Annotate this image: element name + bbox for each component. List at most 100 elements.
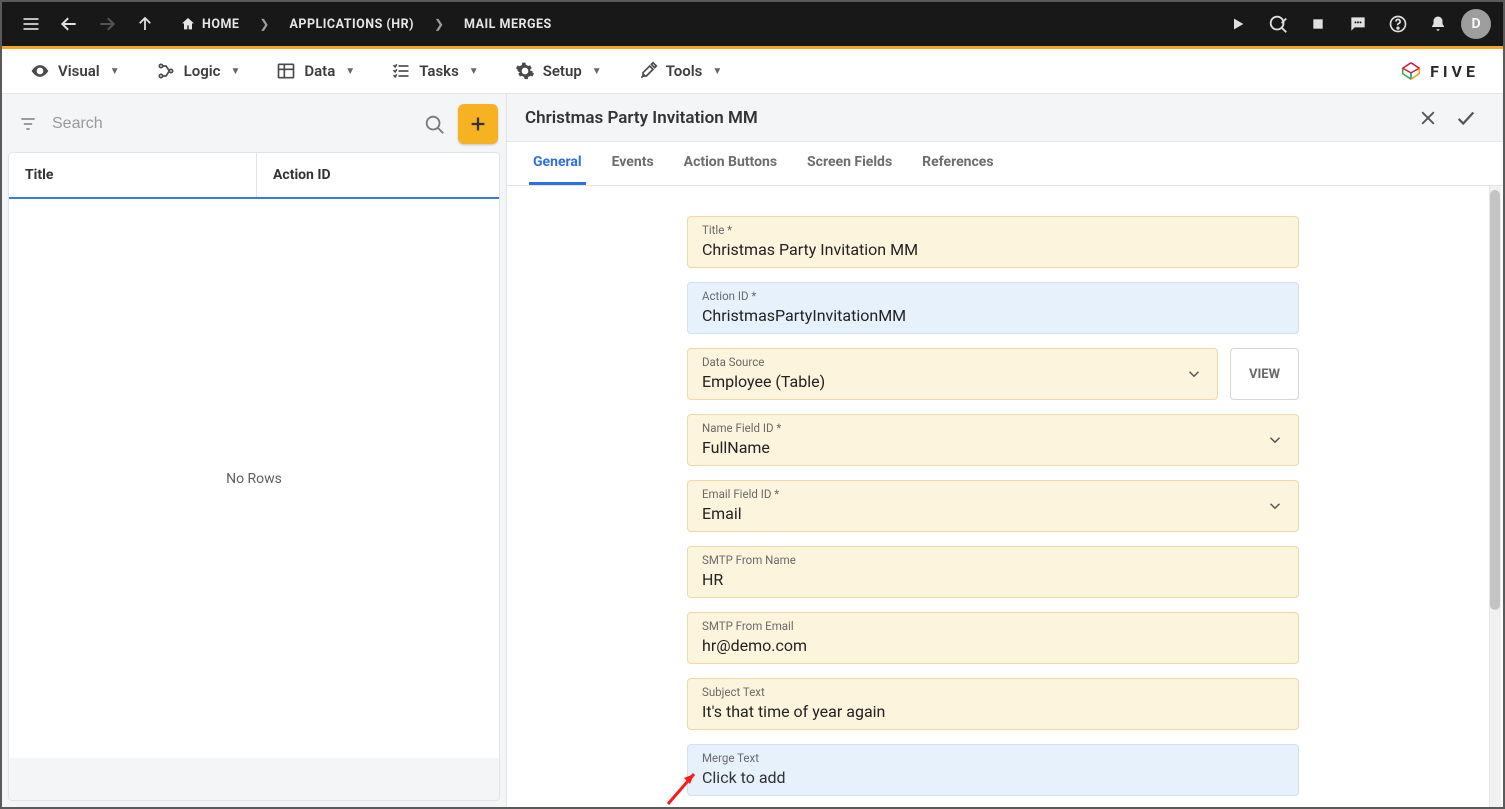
chevron-down-icon bbox=[1185, 365, 1203, 383]
scrollbar-thumb[interactable] bbox=[1490, 190, 1500, 610]
nav-up-button[interactable] bbox=[128, 7, 162, 41]
breadcrumb: HOME ❯ APPLICATIONS (HR) ❯ MAIL MERGES bbox=[170, 10, 562, 38]
caret-down-icon: ▼ bbox=[469, 66, 479, 77]
field-label: Title * bbox=[702, 223, 1284, 237]
detail-title: Christmas Party Invitation MM bbox=[525, 108, 1409, 128]
field-label: Subject Text bbox=[702, 685, 1284, 699]
nav-forward-button bbox=[90, 7, 124, 41]
field-action-id[interactable]: Action ID * ChristmasPartyInvitationMM bbox=[687, 282, 1299, 334]
field-smtp-from-email[interactable]: SMTP From Email hr@demo.com bbox=[687, 612, 1299, 664]
list-empty-placeholder: No Rows bbox=[9, 199, 499, 758]
menu-tasks[interactable]: Tasks ▼ bbox=[373, 53, 497, 89]
field-label: Email Field ID * bbox=[702, 487, 1284, 501]
breadcrumb-label: MAIL MERGES bbox=[464, 17, 552, 32]
bell-icon[interactable] bbox=[1421, 7, 1455, 41]
save-button[interactable] bbox=[1447, 99, 1485, 137]
stop-button[interactable] bbox=[1301, 7, 1335, 41]
menu-setup[interactable]: Setup▼ bbox=[497, 53, 620, 89]
breadcrumb-mail-merges[interactable]: MAIL MERGES bbox=[454, 11, 562, 38]
left-panel: Title Action ID No Rows bbox=[2, 94, 507, 807]
logo-icon bbox=[1400, 60, 1422, 82]
eye-icon bbox=[30, 61, 50, 81]
column-title[interactable]: Title bbox=[9, 153, 257, 197]
list-footer bbox=[9, 758, 499, 800]
right-panel: Christmas Party Invitation MM General Ev… bbox=[507, 94, 1503, 807]
nav-back-button[interactable] bbox=[52, 7, 86, 41]
hamburger-icon[interactable] bbox=[14, 7, 48, 41]
field-value: Christmas Party Invitation MM bbox=[702, 237, 1284, 259]
field-value: FullName bbox=[702, 435, 1284, 457]
home-icon bbox=[180, 16, 196, 32]
field-name-field-id[interactable]: Name Field ID * FullName bbox=[687, 414, 1299, 466]
help-icon[interactable] bbox=[1381, 7, 1415, 41]
menubar: Visual ▼ Logic ▼ Data ▼ Tasks ▼ Setup▼ Tools… bbox=[2, 49, 1503, 94]
caret-down-icon: ▼ bbox=[345, 66, 355, 77]
field-value: ChristmasPartyInvitationMM bbox=[702, 303, 1284, 325]
field-value: It's that time of year again bbox=[702, 699, 1284, 721]
field-email-field-id[interactable]: Email Field ID * Email bbox=[687, 480, 1299, 532]
field-label: Merge Text bbox=[702, 751, 1284, 765]
field-label: Data Source bbox=[702, 355, 1203, 369]
field-value: Click to add bbox=[702, 765, 1284, 787]
field-smtp-from-name[interactable]: SMTP From Name HR bbox=[687, 546, 1299, 598]
field-label: Action ID * bbox=[702, 289, 1284, 303]
breadcrumb-label: HOME bbox=[202, 17, 239, 32]
empty-text: No Rows bbox=[226, 471, 282, 487]
filter-icon[interactable] bbox=[14, 114, 42, 134]
table-icon bbox=[276, 61, 296, 81]
view-button[interactable]: VIEW bbox=[1230, 348, 1299, 400]
caret-down-icon: ▼ bbox=[230, 66, 240, 77]
field-value: Email bbox=[702, 501, 1284, 523]
scrollbar[interactable] bbox=[1489, 186, 1501, 807]
gear-icon bbox=[515, 61, 535, 81]
tab-screen-fields[interactable]: Screen Fields bbox=[803, 142, 896, 185]
caret-down-icon: ▼ bbox=[110, 66, 120, 77]
topbar: HOME ❯ APPLICATIONS (HR) ❯ MAIL MERGES bbox=[2, 2, 1503, 46]
field-title[interactable]: Title * Christmas Party Invitation MM bbox=[687, 216, 1299, 268]
avatar[interactable]: D bbox=[1461, 9, 1491, 39]
list-header: Title Action ID bbox=[9, 153, 499, 199]
breadcrumb-label: APPLICATIONS (HR) bbox=[289, 17, 414, 32]
field-label: Name Field ID * bbox=[702, 421, 1284, 435]
chevron-down-icon bbox=[1266, 431, 1284, 449]
breadcrumb-home[interactable]: HOME bbox=[170, 10, 249, 38]
menu-label: Visual bbox=[58, 62, 100, 80]
chevron-right-icon: ❯ bbox=[428, 17, 450, 31]
menu-label: Logic bbox=[184, 62, 221, 80]
field-subject-text[interactable]: Subject Text It's that time of year agai… bbox=[687, 678, 1299, 730]
branch-icon bbox=[156, 61, 176, 81]
field-value: Employee (Table) bbox=[702, 369, 1203, 391]
inspect-icon[interactable] bbox=[1261, 7, 1295, 41]
tab-action-buttons[interactable]: Action Buttons bbox=[680, 142, 781, 185]
field-label: SMTP From Email bbox=[702, 619, 1284, 633]
list-card: Title Action ID No Rows bbox=[8, 152, 500, 801]
menu-data[interactable]: Data ▼ bbox=[258, 53, 373, 89]
menu-tools[interactable]: Tools ▼ bbox=[620, 53, 741, 89]
search-icon[interactable] bbox=[416, 113, 452, 135]
chat-icon[interactable] bbox=[1341, 7, 1375, 41]
add-button[interactable] bbox=[458, 104, 498, 144]
breadcrumb-applications[interactable]: APPLICATIONS (HR) bbox=[279, 11, 424, 38]
field-merge-text[interactable]: Merge Text Click to add bbox=[687, 744, 1299, 796]
menu-logic[interactable]: Logic ▼ bbox=[138, 53, 259, 89]
tab-general[interactable]: General bbox=[529, 142, 586, 185]
tools-icon bbox=[638, 61, 658, 81]
menu-label: Tasks bbox=[419, 62, 459, 80]
tabs: General Events Action Buttons Screen Fie… bbox=[507, 142, 1503, 186]
field-label: SMTP From Name bbox=[702, 553, 1284, 567]
menu-label: Tools bbox=[666, 62, 703, 80]
field-data-source[interactable]: Data Source Employee (Table) bbox=[687, 348, 1218, 400]
menu-label: Data bbox=[304, 62, 335, 80]
field-value: HR bbox=[702, 567, 1284, 589]
avatar-initial: D bbox=[1471, 16, 1480, 32]
menu-visual[interactable]: Visual ▼ bbox=[12, 53, 138, 89]
column-action-id[interactable]: Action ID bbox=[257, 153, 347, 197]
close-button[interactable] bbox=[1409, 99, 1447, 137]
tab-references[interactable]: References bbox=[918, 142, 997, 185]
search-input[interactable] bbox=[48, 107, 410, 141]
chevron-right-icon: ❯ bbox=[253, 17, 275, 31]
run-button[interactable] bbox=[1221, 7, 1255, 41]
tab-events[interactable]: Events bbox=[608, 142, 658, 185]
chevron-down-icon bbox=[1266, 497, 1284, 515]
caret-down-icon: ▼ bbox=[712, 66, 722, 77]
